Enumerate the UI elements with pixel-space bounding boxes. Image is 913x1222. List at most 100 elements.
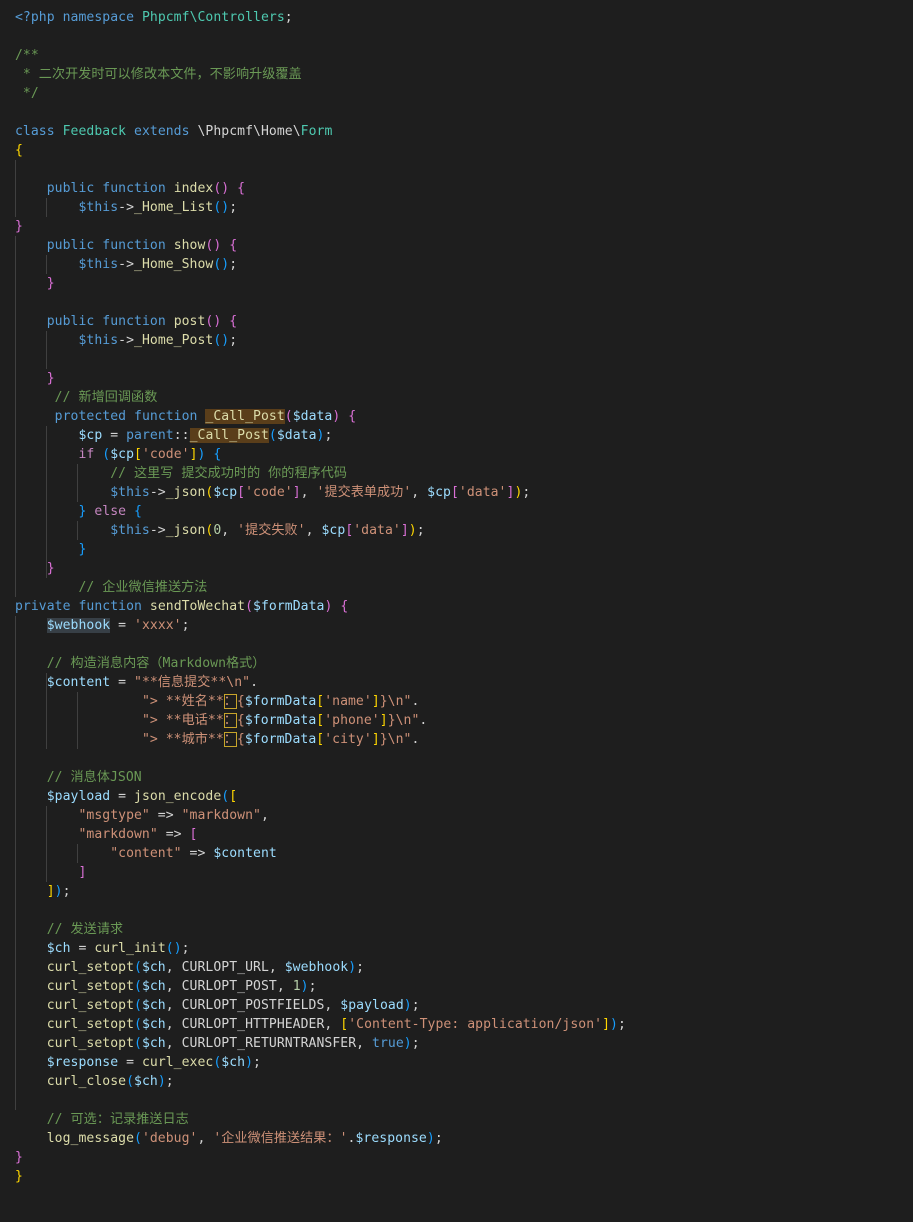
- code-token: ->: [118, 200, 135, 215]
- code-token: (: [134, 1017, 142, 1032]
- code-line: $content = "**信息提交**\n".: [15, 673, 258, 692]
- code-line: * 二次开发时可以修改本文件，不影响升级覆盖: [15, 65, 302, 84]
- code-token: "> **城市**: [141, 732, 224, 747]
- code-token: $payload: [46, 789, 111, 804]
- code-token: true: [372, 1036, 404, 1051]
- code-token: ;: [181, 618, 190, 633]
- code-token: $response: [355, 1131, 427, 1146]
- code-token: ): [426, 1131, 435, 1146]
- code-line: // 发送请求: [15, 920, 123, 939]
- code-token: =: [110, 618, 135, 633]
- code-token: $formData: [244, 732, 317, 747]
- code-token: * 二次开发时可以修改本文件，不影响升级覆盖: [15, 67, 302, 82]
- code-line: // 构造消息内容（Markdown格式）: [15, 654, 266, 673]
- code-token: ;: [324, 428, 333, 443]
- code-token: [: [316, 732, 325, 747]
- code-token: 'data': [458, 485, 507, 500]
- code-token: "> **姓名**: [141, 694, 224, 709]
- code-token: ]: [46, 884, 55, 899]
- code-line: // 可选：记录推送日志: [15, 1110, 189, 1129]
- code-token: ,: [260, 808, 269, 823]
- code-token: log_message: [46, 1131, 134, 1146]
- code-token: $this: [78, 257, 119, 272]
- code-token: 'name': [324, 694, 372, 709]
- code-token: {: [229, 314, 238, 329]
- code-token: '提交表单成功': [316, 485, 412, 500]
- code-token: curl_exec: [141, 1055, 214, 1070]
- code-token: ->: [118, 333, 135, 348]
- code-token: ;: [229, 200, 238, 215]
- code-token: =>: [149, 808, 182, 823]
- code-token: $data: [276, 428, 317, 443]
- code-line: curl_setopt($ch, CURLOPT_URL, $webhook);: [15, 958, 364, 977]
- code-token: $this: [78, 333, 119, 348]
- code-token: ): [157, 1074, 166, 1089]
- code-token: _Home_Show: [134, 257, 214, 272]
- code-line: "content" => $content: [15, 844, 277, 863]
- code-token: 'city': [324, 732, 372, 747]
- code-line: $this->_json($cp['code'], '提交表单成功', $cp[…: [15, 483, 530, 502]
- code-token: {: [213, 447, 222, 462]
- code-token: , CURLOPT_POST,: [165, 979, 293, 994]
- code-line: $webhook = 'xxxx';: [15, 616, 190, 635]
- code-token: ,: [300, 485, 317, 500]
- code-token: .: [411, 694, 420, 709]
- code-token: =: [110, 675, 135, 690]
- code-token: else: [94, 504, 127, 519]
- code-token: public: [46, 314, 95, 329]
- code-token: $cp: [213, 485, 238, 500]
- code-token: {: [236, 694, 245, 709]
- code-token: ;: [617, 1017, 626, 1032]
- code-token: (: [126, 1074, 135, 1089]
- code-line: "> **姓名**：{$formData['name']}\n".: [15, 692, 419, 711]
- code-line: "markdown" => [: [15, 825, 197, 844]
- code-token: $formData: [253, 599, 325, 614]
- code-token: show: [173, 238, 206, 253]
- code-token: {: [237, 181, 246, 196]
- code-line: curl_close($ch);: [15, 1072, 174, 1091]
- code-token: =: [102, 428, 127, 443]
- code-line: $this->_Home_Show();: [15, 255, 237, 274]
- code-token: (): [205, 314, 222, 329]
- code-token: }: [15, 1169, 23, 1184]
- code-token: ->: [149, 485, 166, 500]
- code-token: $webhook: [46, 618, 111, 633]
- code-token: $data: [292, 409, 333, 424]
- code-token: ]: [189, 447, 198, 462]
- code-token: // 可选：记录推送日志: [46, 1112, 189, 1127]
- code-token: "content": [110, 846, 182, 861]
- code-token: ,: [411, 485, 428, 500]
- code-token: ,: [197, 1131, 214, 1146]
- code-token: if: [78, 447, 95, 462]
- code-token: $webhook: [284, 960, 349, 975]
- code-token: post: [173, 314, 206, 329]
- code-token: }: [78, 542, 87, 557]
- code-token: {: [236, 713, 245, 728]
- code-token: $cp: [78, 428, 103, 443]
- code-line: // 这里写 提交成功时的 你的程序代码: [15, 464, 347, 483]
- code-token: function: [102, 238, 166, 253]
- code-editor[interactable]: <?php namespace Phpcmf\Controllers; /** *…: [0, 0, 913, 1222]
- code-token: }: [46, 561, 55, 576]
- code-line: } else {: [15, 502, 142, 521]
- code-token: {: [15, 143, 23, 158]
